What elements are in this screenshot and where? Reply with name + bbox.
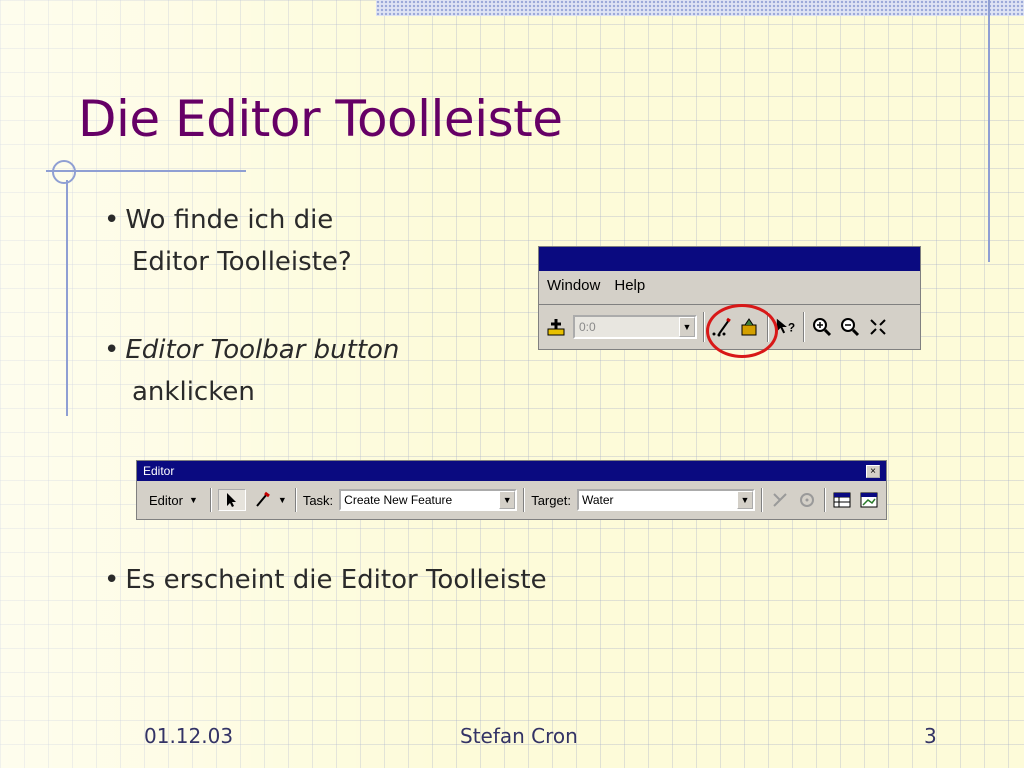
attributes-icon[interactable]	[832, 489, 853, 511]
bullet-where-find: • Wo finde ich die Editor Toolleiste?	[104, 205, 352, 277]
sketch-tool-button[interactable]: ▼	[252, 489, 289, 511]
toolbar-separator	[523, 488, 526, 512]
window-titlebar	[539, 247, 920, 271]
chevron-down-icon[interactable]: ▼	[679, 317, 695, 337]
editor-menu-button[interactable]: Editor ▼	[143, 491, 204, 510]
close-icon[interactable]: ×	[866, 464, 880, 478]
whats-this-icon[interactable]: ?	[775, 316, 797, 338]
bullet-dot: •	[104, 205, 120, 235]
menu-bar: Window Help	[539, 271, 920, 305]
svg-text:?: ?	[788, 321, 795, 335]
target-select[interactable]: Water ▼	[576, 489, 755, 511]
toolbar-separator	[703, 312, 705, 342]
map-scale-combo[interactable]: 0:0 ▼	[573, 315, 697, 339]
chevron-down-icon[interactable]: ▼	[736, 491, 753, 509]
rotate-tool-icon[interactable]	[796, 489, 817, 511]
top-decoration-band	[376, 0, 1024, 16]
full-extent-icon[interactable]	[867, 316, 889, 338]
toolbar-separator	[823, 488, 826, 512]
footer-page-number: 3	[924, 724, 937, 748]
zoom-in-icon[interactable]	[811, 316, 833, 338]
footer-date: 01.12.03	[144, 724, 234, 748]
chevron-down-icon: ▼	[277, 495, 287, 505]
edit-tool-button[interactable]	[217, 489, 246, 511]
target-label: Target:	[531, 492, 571, 508]
chevron-down-icon: ▼	[188, 495, 198, 505]
arrow-pointer-icon	[226, 493, 236, 507]
add-data-icon[interactable]	[545, 316, 567, 338]
chevron-down-icon[interactable]: ▼	[499, 491, 516, 509]
task-label: Task:	[302, 492, 334, 508]
toolbar-separator	[803, 312, 805, 342]
slide-title: Die Editor Toolleiste	[78, 90, 563, 148]
toolbar-separator	[294, 488, 297, 512]
toolbar-separator	[209, 488, 212, 512]
title-underline	[46, 170, 246, 172]
zoom-out-icon[interactable]	[839, 316, 861, 338]
editor-titlebar: Editor ×	[137, 461, 886, 481]
crosshair-circle-icon	[52, 160, 76, 184]
footer-author: Stefan Cron	[460, 724, 578, 748]
toolbar-separator	[760, 488, 763, 512]
menu-window[interactable]: Window	[547, 277, 600, 298]
left-accent-line	[66, 180, 68, 416]
pencil-icon	[256, 491, 270, 507]
bullet-toolbar-appears: • Es erscheint die Editor Toolleiste	[104, 565, 547, 595]
highlight-circle	[706, 304, 778, 358]
task-select[interactable]: Create New Feature ▼	[339, 489, 518, 511]
editor-toolbar-screenshot: Editor × Editor ▼ ▼ Task: Create New Fea…	[136, 460, 887, 520]
bullet-dot: •	[104, 565, 120, 595]
split-tool-icon[interactable]	[769, 489, 790, 511]
editor-tool-row: Editor ▼ ▼ Task: Create New Feature ▼ Ta…	[137, 481, 886, 519]
menu-help[interactable]: Help	[614, 277, 645, 298]
bullet-dot: •	[104, 335, 120, 365]
editor-window-title: Editor	[143, 464, 175, 478]
right-accent-line	[988, 0, 990, 262]
sketch-properties-icon[interactable]	[859, 489, 880, 511]
bullet-click-button: • Editor Toolbar button anklicken	[104, 335, 400, 407]
